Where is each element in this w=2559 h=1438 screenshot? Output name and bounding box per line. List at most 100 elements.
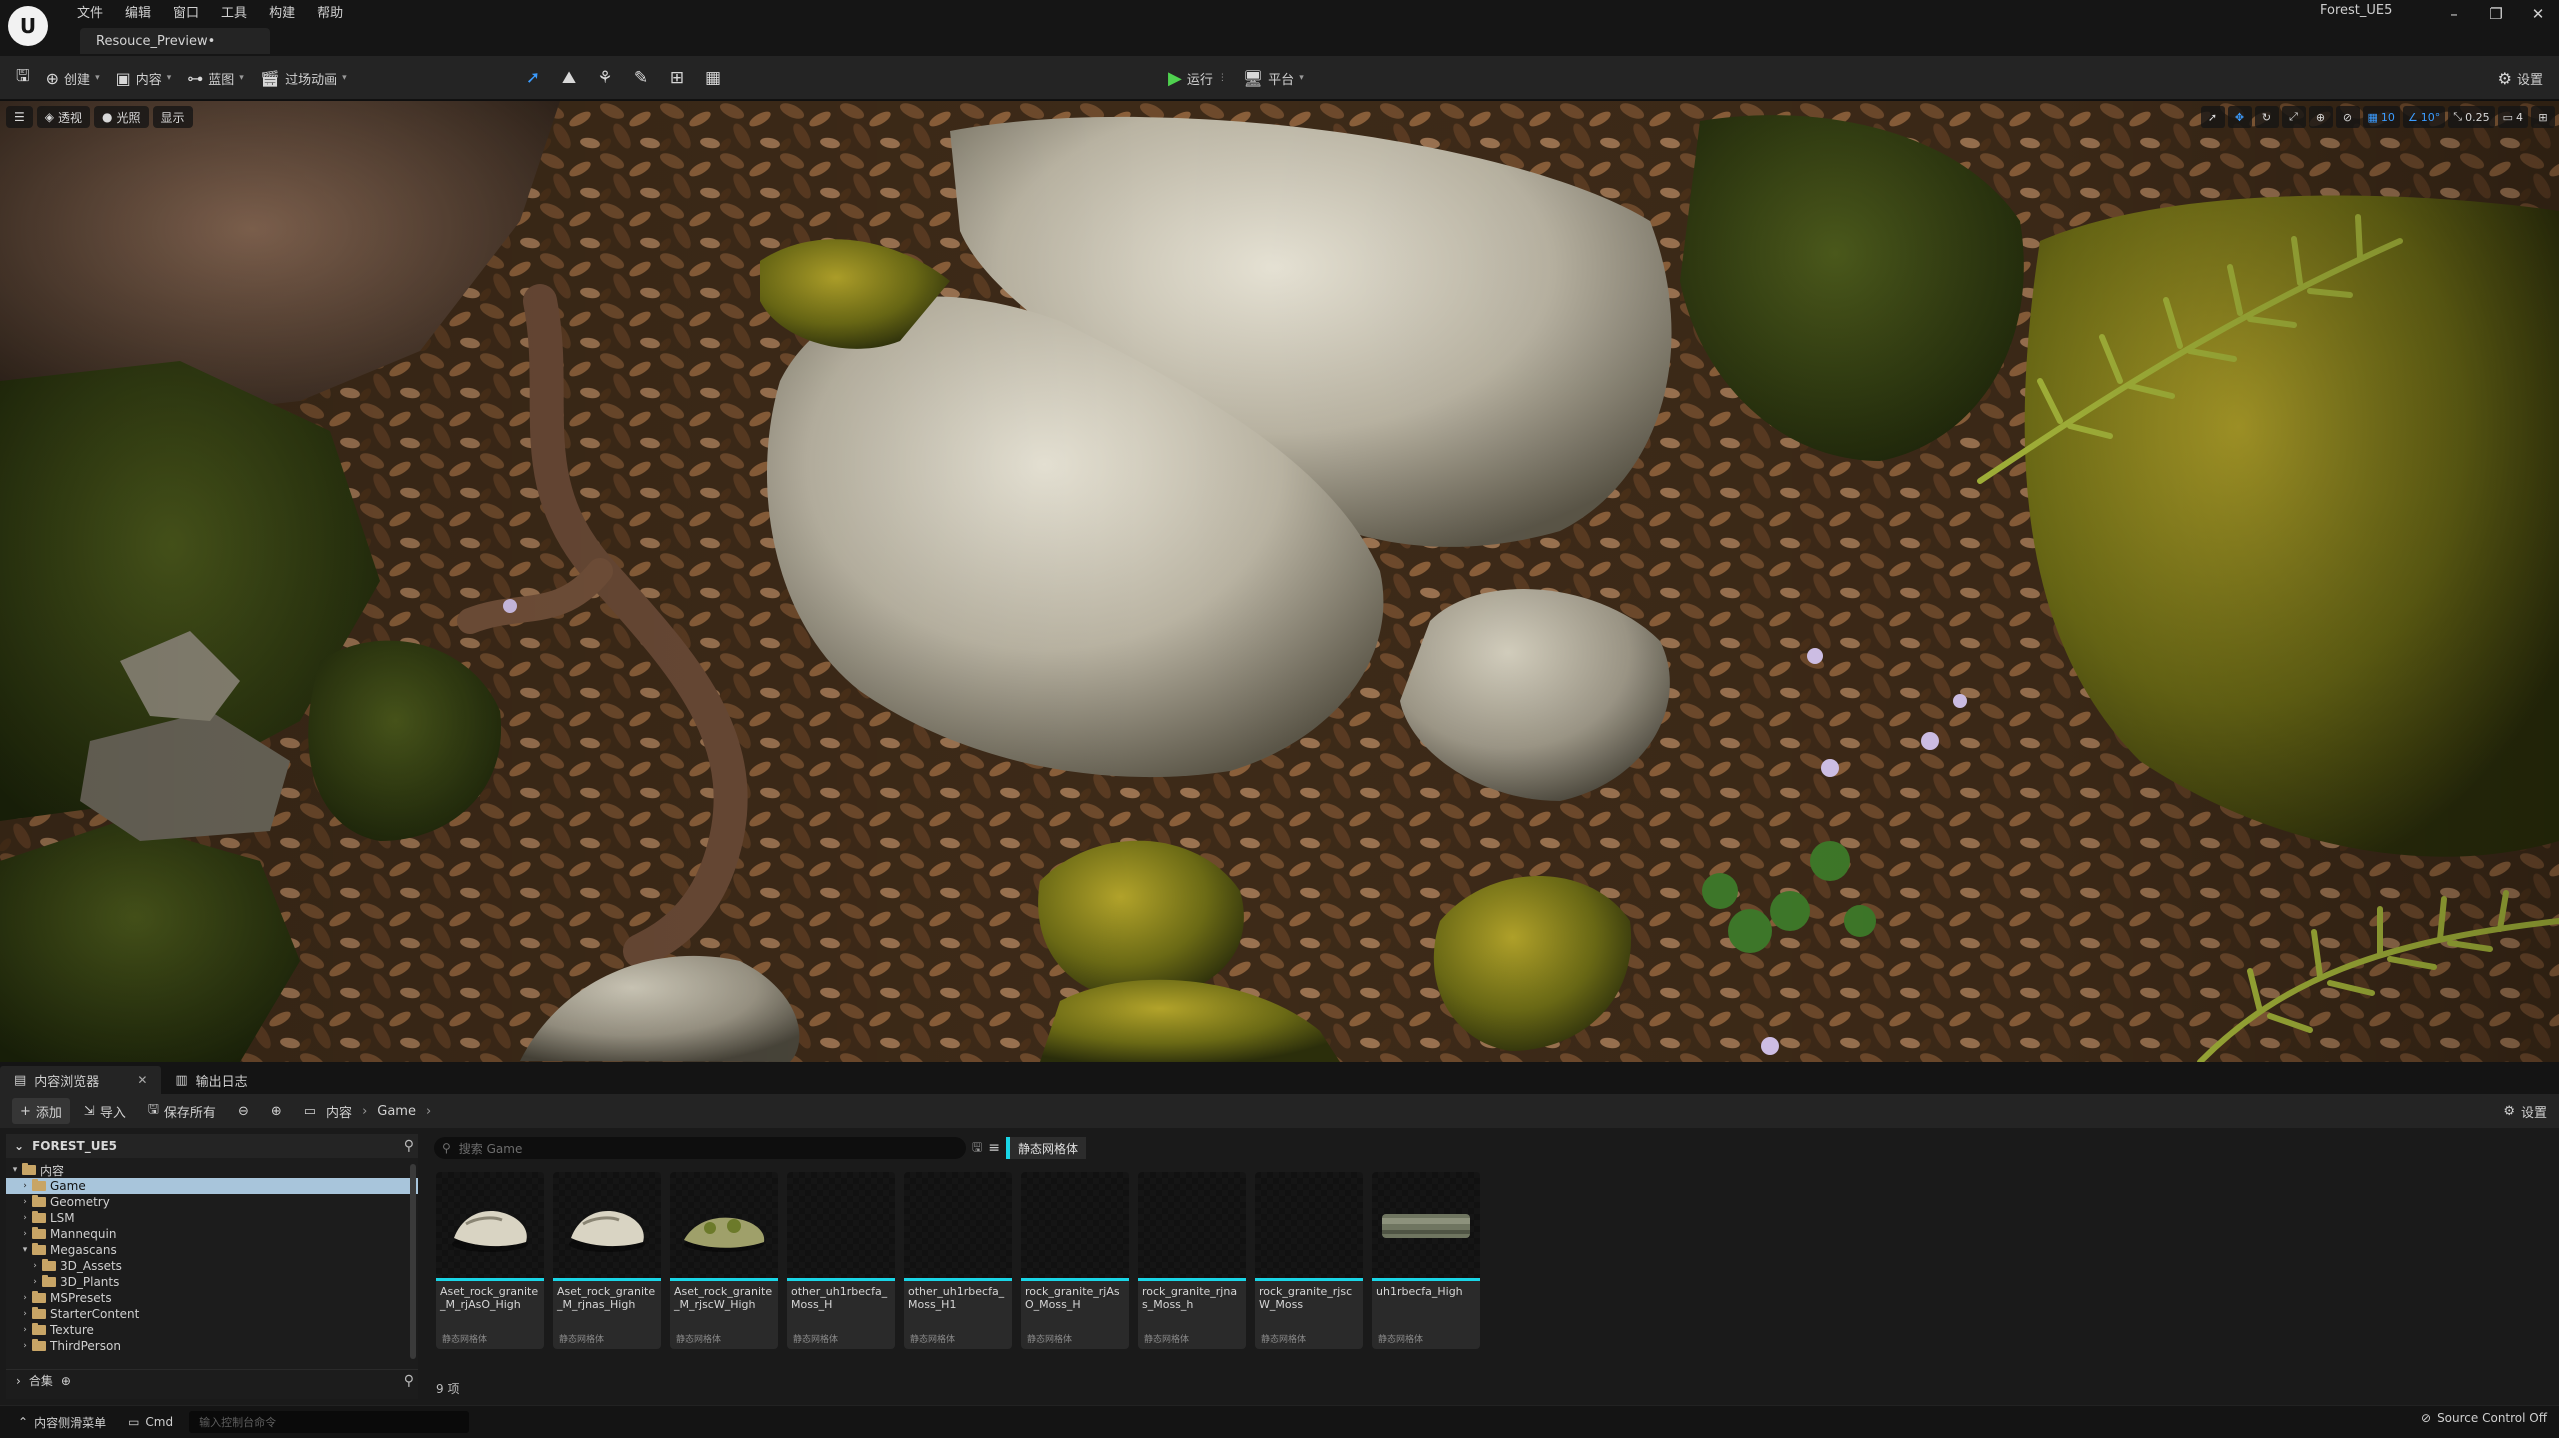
tree-item[interactable]: › Geometry: [6, 1194, 418, 1210]
chevron-right-icon[interactable]: ›: [20, 1197, 30, 1207]
grid-snap-button[interactable]: ▦ 10: [2362, 106, 2400, 128]
chevron-right-icon[interactable]: ›: [362, 1104, 367, 1119]
asset-tile[interactable]: other_uh1rbecfa_Moss_H 静态网格体: [787, 1172, 895, 1349]
cinematics-button[interactable]: 🎬︎ 过场动画 ▾: [252, 63, 355, 93]
crumb-content[interactable]: 内容: [326, 1102, 352, 1121]
perspective-button[interactable]: ◈ 透视: [36, 106, 91, 128]
scale-tool-icon[interactable]: ⤢: [2281, 106, 2306, 128]
close-icon[interactable]: ✕: [137, 1073, 147, 1087]
content-drawer-button[interactable]: ⌃ 内容侧滑菜单: [12, 1410, 112, 1434]
history-back-button[interactable]: ⊖: [230, 1098, 257, 1124]
search-input[interactable]: ⚲ 搜索 Game: [434, 1137, 966, 1159]
tree-item[interactable]: › Mannequin: [6, 1226, 418, 1242]
chevron-right-icon[interactable]: ›: [20, 1293, 30, 1303]
layout-icon[interactable]: ⊞: [2531, 106, 2555, 128]
content-settings-button[interactable]: ⚙ 设置: [2503, 1098, 2547, 1124]
chevron-down-icon[interactable]: ▾: [20, 1245, 30, 1255]
asset-tile[interactable]: uh1rbecfa_High 静态网格体: [1372, 1172, 1480, 1349]
collections-header[interactable]: › 合集 ⊕ ⚲: [6, 1369, 418, 1391]
content-button[interactable]: ▣ 内容 ▾: [108, 63, 180, 93]
save-all-button[interactable]: 🖫 保存所有: [140, 1098, 224, 1124]
tree-scrollbar[interactable]: [410, 1164, 416, 1359]
rotate-tool-icon[interactable]: ↻: [2254, 106, 2279, 128]
tree-item[interactable]: › 3D_Assets: [6, 1258, 418, 1274]
menu-window[interactable]: 窗口: [162, 0, 210, 21]
chevron-right-icon[interactable]: ›: [20, 1229, 30, 1239]
platform-button[interactable]: 🖥︎ 平台 ▾: [1235, 63, 1312, 93]
rotation-snap-button[interactable]: ∠ 10°: [2402, 106, 2446, 128]
asset-tile[interactable]: Aset_rock_granite_M_rjAsO_High 静态网格体: [436, 1172, 544, 1349]
asset-tile[interactable]: Aset_rock_granite_M_rjscW_High 静态网格体: [670, 1172, 778, 1349]
surface-snap-icon[interactable]: ⊘: [2335, 106, 2360, 128]
menu-file[interactable]: 文件: [66, 0, 114, 21]
asset-tile[interactable]: Aset_rock_granite_M_rjnas_High 静态网格体: [553, 1172, 661, 1349]
chevron-right-icon[interactable]: ›: [20, 1181, 30, 1191]
level-tab[interactable]: Resouce_Preview•: [80, 28, 270, 54]
lit-button[interactable]: ● 光照: [94, 106, 149, 128]
foliage-mode-icon[interactable]: ⚘: [587, 63, 623, 93]
save-button[interactable]: 🖫: [8, 63, 38, 93]
fracture-mode-icon[interactable]: ⊞: [659, 63, 695, 93]
tree-item[interactable]: › Texture: [6, 1322, 418, 1338]
show-button[interactable]: 显示: [152, 106, 193, 128]
console-command-input[interactable]: 输入控制台命令: [189, 1411, 470, 1433]
translate-tool-icon[interactable]: ✥: [2227, 106, 2252, 128]
settings-button[interactable]: ⚙ 设置: [2490, 63, 2551, 93]
asset-tile[interactable]: rock_granite_rjscW_Moss 静态网格体: [1255, 1172, 1363, 1349]
camera-speed-button[interactable]: ▭ 4: [2497, 106, 2528, 128]
modeling-mode-icon[interactable]: ▦: [695, 63, 731, 93]
asset-tile[interactable]: other_uh1rbecfa_Moss_H1 静态网格体: [904, 1172, 1012, 1349]
menu-edit[interactable]: 编辑: [114, 0, 162, 21]
minimize-button[interactable]: –: [2433, 0, 2475, 28]
import-button[interactable]: ⇲ 导入: [76, 1098, 134, 1124]
cmd-button[interactable]: ▭ Cmd: [122, 1410, 179, 1434]
run-button[interactable]: ▶ 运行 ⋮: [1160, 63, 1235, 93]
select-mode-icon[interactable]: ➚: [515, 63, 551, 93]
chevron-right-icon[interactable]: ›: [20, 1309, 30, 1319]
close-button[interactable]: ✕: [2517, 0, 2559, 28]
filter-icon[interactable]: ≡: [988, 1140, 1000, 1156]
tree-item[interactable]: ▾ Megascans: [6, 1242, 418, 1258]
tree-item[interactable]: › 3D_Plants: [6, 1274, 418, 1290]
blueprint-button[interactable]: ⊶ 蓝图 ▾: [179, 63, 252, 93]
tree-item[interactable]: › ThirdPerson: [6, 1338, 418, 1354]
maximize-button[interactable]: ❐: [2475, 0, 2517, 28]
history-forward-button[interactable]: ⊕: [263, 1098, 290, 1124]
tree-item[interactable]: ▾ 内容: [6, 1162, 418, 1178]
add-button[interactable]: + 添加: [12, 1098, 70, 1124]
tab-content-browser[interactable]: ▤ 内容浏览器 ✕: [0, 1066, 162, 1094]
world-space-icon[interactable]: ⊕: [2308, 106, 2333, 128]
chevron-right-icon[interactable]: ›: [20, 1341, 30, 1351]
filter-chip-static-mesh[interactable]: 静态网格体: [1005, 1137, 1086, 1159]
create-button[interactable]: ⊕ 创建 ▾: [38, 63, 108, 93]
tree-item[interactable]: › LSM: [6, 1210, 418, 1226]
tree-header[interactable]: ⌄ FOREST_UE5 ⚲: [6, 1134, 418, 1158]
select-tool-icon[interactable]: ➚: [2200, 106, 2225, 128]
viewport-menu-button[interactable]: ☰: [6, 106, 33, 128]
menu-help[interactable]: 帮助: [306, 0, 354, 21]
mesh-paint-mode-icon[interactable]: ✎: [623, 63, 659, 93]
crumb-game[interactable]: Game: [377, 1104, 416, 1119]
search-icon[interactable]: ⚲: [404, 1373, 414, 1389]
tree-item[interactable]: › MSPresets: [6, 1290, 418, 1306]
save-search-icon[interactable]: 🖫: [972, 1138, 982, 1159]
chevron-right-icon[interactable]: ›: [426, 1104, 431, 1119]
scale-snap-button[interactable]: ⤡ 0.25: [2448, 106, 2495, 128]
asset-tile[interactable]: rock_granite_rjAsO_Moss_H 静态网格体: [1021, 1172, 1129, 1349]
add-collection-icon[interactable]: ⊕: [61, 1374, 71, 1388]
chevron-right-icon[interactable]: ›: [20, 1325, 30, 1335]
asset-tile[interactable]: rock_granite_rjnas_Moss_h 静态网格体: [1138, 1172, 1246, 1349]
chevron-down-icon[interactable]: ▾: [10, 1165, 20, 1175]
source-control-status[interactable]: ⊘ Source Control Off: [2421, 1411, 2547, 1425]
menu-build[interactable]: 构建: [258, 0, 306, 21]
unreal-logo-icon[interactable]: U: [8, 6, 48, 46]
chevron-right-icon[interactable]: ›: [30, 1261, 40, 1271]
tree-item[interactable]: › StarterContent: [6, 1306, 418, 1322]
level-viewport[interactable]: ☰ ◈ 透视 ● 光照 显示 ➚ ✥ ↻ ⤢ ⊕ ⊘ ▦ 10 ∠ 10° ⤡ 0.25 …: [0, 101, 2559, 1062]
landscape-mode-icon[interactable]: ⛰: [551, 63, 587, 93]
chevron-right-icon[interactable]: ›: [30, 1277, 40, 1287]
tab-output-log[interactable]: ▥ 输出日志: [161, 1066, 261, 1094]
search-icon[interactable]: ⚲: [404, 1138, 414, 1154]
menu-tools[interactable]: 工具: [210, 0, 258, 21]
tree-item[interactable]: › Game: [6, 1178, 418, 1194]
